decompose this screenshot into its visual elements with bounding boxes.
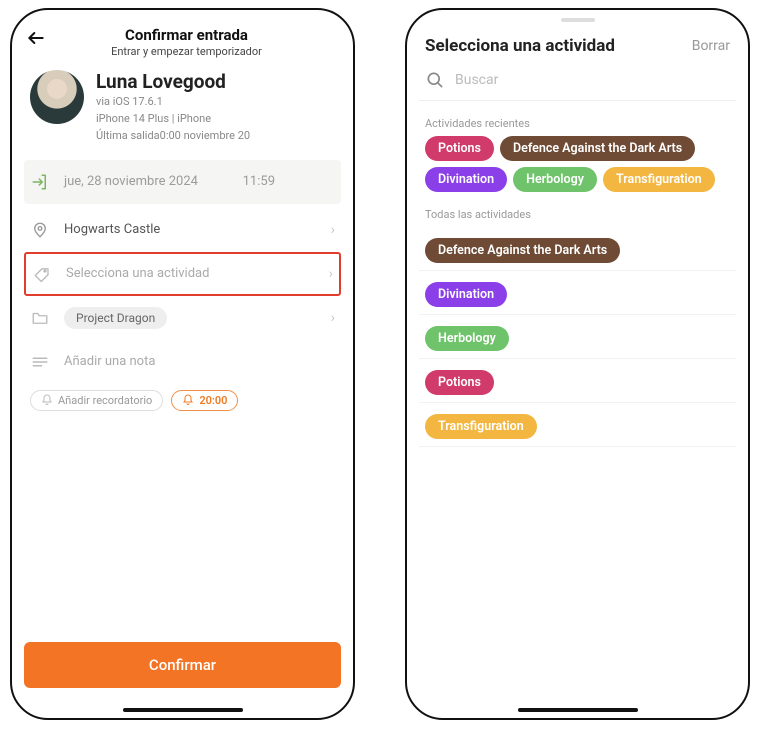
page-subtitle: Entrar y empezar temporizador bbox=[32, 45, 341, 58]
enter-icon bbox=[30, 173, 50, 191]
date-text: jue, 28 noviembre 2024 bbox=[64, 174, 229, 189]
list-item[interactable]: Transfiguration bbox=[419, 403, 736, 447]
location-value: Hogwarts Castle bbox=[64, 222, 317, 237]
all-label: Todas las actividades bbox=[425, 208, 730, 221]
sheet-grabber[interactable] bbox=[561, 18, 595, 22]
page-title: Confirmar entrada bbox=[32, 26, 341, 44]
add-reminder-button[interactable]: Añadir recordatorio bbox=[30, 390, 163, 411]
bell-icon bbox=[182, 394, 194, 406]
activity-chip[interactable]: Transfiguration bbox=[425, 414, 537, 439]
activity-chip[interactable]: Defence Against the Dark Arts bbox=[425, 238, 620, 263]
activity-placeholder: Selecciona una actividad bbox=[66, 266, 315, 281]
reminder-time-button[interactable]: 20:00 bbox=[171, 390, 238, 411]
activity-chip[interactable]: Potions bbox=[425, 136, 494, 161]
list-item[interactable]: Potions bbox=[419, 359, 736, 403]
confirm-button[interactable]: Confirmar bbox=[24, 642, 341, 688]
bell-icon bbox=[41, 394, 53, 406]
sheet-title: Selecciona una actividad bbox=[425, 36, 615, 56]
activity-chip[interactable]: Potions bbox=[425, 370, 494, 395]
home-indicator bbox=[123, 708, 243, 712]
chevron-right-icon: › bbox=[331, 310, 335, 326]
user-name: Luna Lovegood bbox=[96, 70, 250, 93]
chevron-right-icon: › bbox=[331, 222, 335, 238]
reminders: Añadir recordatorio 20:00 bbox=[24, 390, 341, 411]
project-row[interactable]: Project Dragon › bbox=[24, 296, 341, 340]
tag-icon bbox=[32, 265, 52, 283]
list-item[interactable]: Defence Against the Dark Arts bbox=[419, 227, 736, 271]
phone-left: Confirmar entrada Entrar y empezar tempo… bbox=[10, 8, 355, 720]
note-placeholder: Añadir una nota bbox=[64, 354, 335, 369]
activity-chip[interactable]: Herbology bbox=[425, 326, 509, 351]
clear-button[interactable]: Borrar bbox=[692, 38, 730, 54]
activity-chip[interactable]: Divination bbox=[425, 167, 507, 192]
location-icon bbox=[30, 221, 50, 239]
sheet-header: Selecciona una actividad Borrar bbox=[419, 36, 736, 66]
activity-chip[interactable]: Transfiguration bbox=[603, 167, 715, 192]
activity-chip[interactable]: Herbology bbox=[513, 167, 597, 192]
search-icon bbox=[425, 70, 445, 90]
header: Confirmar entrada Entrar y empezar tempo… bbox=[24, 26, 341, 58]
project-chip: Project Dragon bbox=[64, 307, 167, 329]
recent-activities: PotionsDefence Against the Dark Arts Divi… bbox=[419, 136, 736, 200]
home-indicator bbox=[518, 708, 638, 712]
activity-chip[interactable]: Defence Against the Dark Arts bbox=[500, 136, 695, 161]
location-row[interactable]: Hogwarts Castle › bbox=[24, 208, 341, 252]
user-meta-os: via iOS 17.6.1 bbox=[96, 95, 250, 110]
activity-row[interactable]: Selecciona una actividad › bbox=[24, 252, 341, 296]
phone-right: Selecciona una actividad Borrar Activida… bbox=[405, 8, 750, 720]
list-item[interactable]: Divination bbox=[419, 271, 736, 315]
user-meta-last: Última salida0:00 noviembre 20 bbox=[96, 129, 250, 144]
recent-label: Actividades recientes bbox=[425, 117, 730, 130]
folder-icon bbox=[30, 309, 50, 327]
add-reminder-label: Añadir recordatorio bbox=[58, 394, 152, 407]
all-activities: Defence Against the Dark Arts Divination H… bbox=[419, 227, 736, 447]
date-row[interactable]: jue, 28 noviembre 2024 11:59 bbox=[24, 160, 341, 204]
user-meta-device: iPhone 14 Plus | iPhone bbox=[96, 112, 250, 127]
avatar bbox=[30, 70, 84, 124]
note-row[interactable]: Añadir una nota bbox=[24, 340, 341, 384]
search-row[interactable] bbox=[419, 66, 736, 101]
chevron-right-icon: › bbox=[329, 266, 333, 282]
reminder-time-label: 20:00 bbox=[199, 394, 227, 407]
note-icon bbox=[30, 353, 50, 371]
list-item[interactable]: Herbology bbox=[419, 315, 736, 359]
activity-chip[interactable]: Divination bbox=[425, 282, 507, 307]
confirm-label: Confirmar bbox=[149, 656, 216, 674]
user-block: Luna Lovegood via iOS 17.6.1 iPhone 14 P… bbox=[24, 68, 341, 156]
search-input[interactable] bbox=[455, 72, 730, 88]
time-text: 11:59 bbox=[243, 174, 335, 189]
